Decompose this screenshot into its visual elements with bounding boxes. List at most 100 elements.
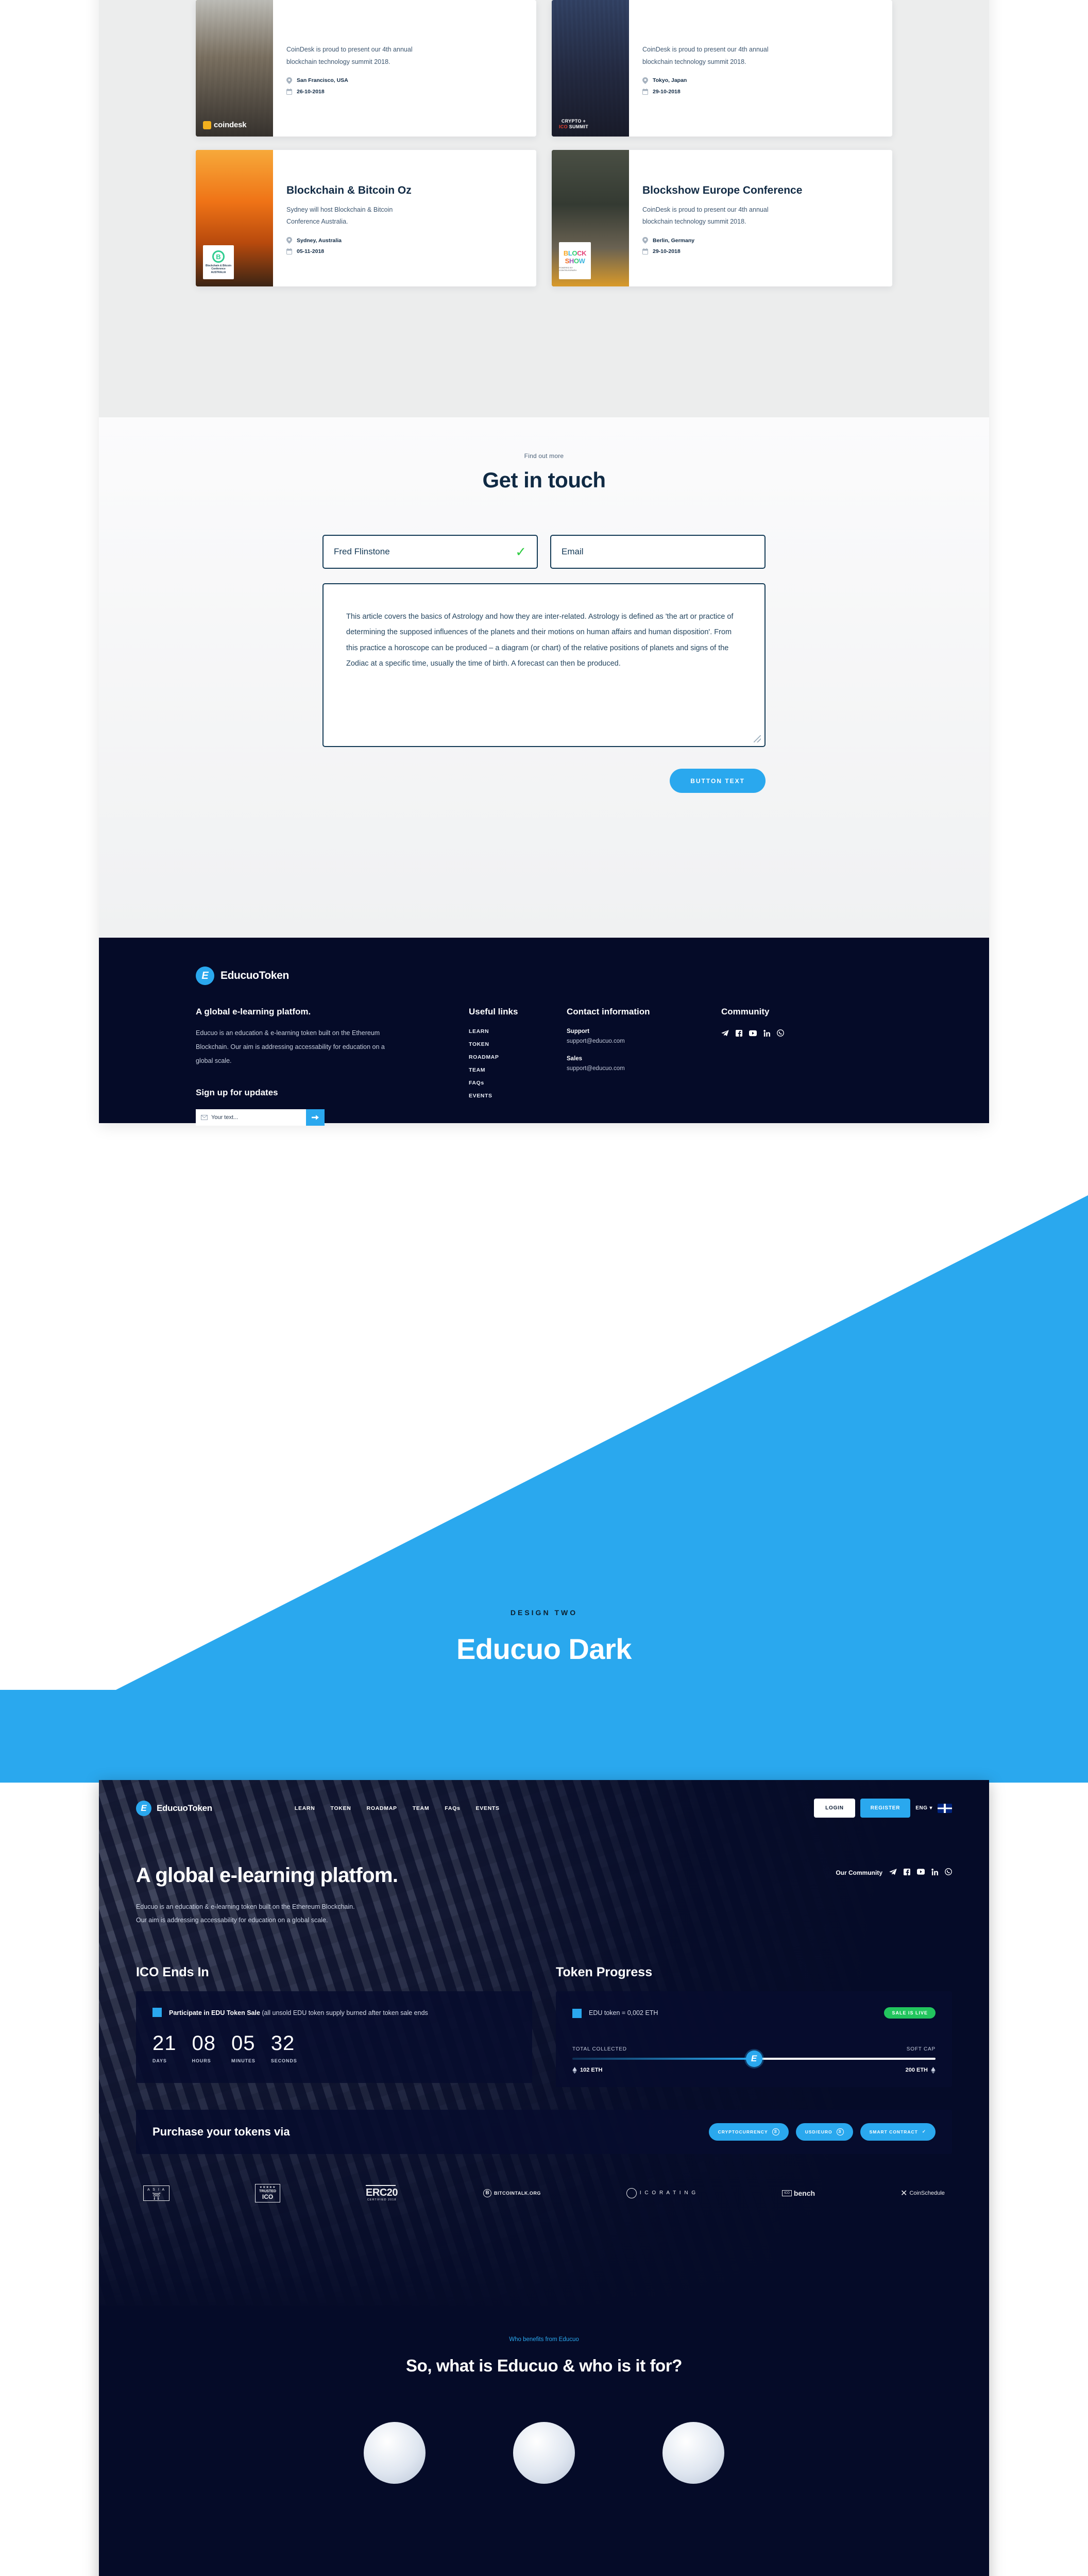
- calendar-icon: [642, 248, 648, 255]
- pay-option-usd-euro[interactable]: USD/EURO S: [795, 2123, 853, 2141]
- contact-eyebrow: Find out more: [524, 452, 564, 460]
- footer-link-events[interactable]: EVENTS: [469, 1093, 567, 1099]
- footer-link-token[interactable]: TOKEN: [469, 1041, 567, 1047]
- linkedin-icon[interactable]: [763, 1029, 770, 1039]
- hero-title: A global e-learning platfom.: [136, 1864, 398, 1887]
- benefit-icon: [513, 2422, 575, 2484]
- check-icon: ✓: [922, 2129, 926, 2134]
- countdown-days: 21 DAYS: [152, 2033, 177, 2063]
- event-description: CoinDesk is proud to present our 4th ann…: [286, 46, 413, 65]
- our-community-label: Our Community: [836, 1869, 882, 1876]
- telegram-icon[interactable]: [889, 1868, 897, 1877]
- newsletter-submit-button[interactable]: [306, 1109, 325, 1126]
- progress-knob-icon[interactable]: E: [745, 2050, 762, 2067]
- dollar-icon: S: [772, 2128, 779, 2136]
- mail-icon: [201, 1114, 208, 1120]
- partner-logo-icobench: ICO bench: [782, 2189, 815, 2197]
- event-card[interactable]: CRYPTO + ICO SUMMIT CoinDesk is proud to …: [552, 0, 892, 137]
- benefit-icon: [364, 2422, 426, 2484]
- facebook-icon[interactable]: [904, 1868, 910, 1877]
- event-date: 26-10-2018: [297, 88, 325, 95]
- event-body: Blockchain & Bitcoin Oz Sydney will host…: [273, 150, 536, 286]
- progress-bar[interactable]: E: [572, 2050, 936, 2067]
- countdown-days-label: DAYS: [152, 2058, 167, 2063]
- whatsapp-icon[interactable]: [777, 1029, 784, 1039]
- facebook-icon[interactable]: [736, 1029, 742, 1039]
- crypto-ico-summit-logo: CRYPTO + ICO SUMMIT: [559, 118, 589, 129]
- event-date-row: 05-11-2018: [286, 248, 523, 255]
- accent-square-icon: [152, 2008, 162, 2018]
- pay-option-cryptocurrency[interactable]: CRYPTOCURRENCY S: [708, 2123, 789, 2141]
- nav-link-team[interactable]: TEAM: [413, 1805, 430, 1811]
- whatsapp-icon[interactable]: [945, 1868, 952, 1877]
- countdown-seconds: 32 SECONDS: [271, 2033, 297, 2063]
- nav-link-token[interactable]: TOKEN: [331, 1805, 351, 1811]
- message-textarea[interactable]: This article covers the basics of Astrol…: [322, 583, 766, 747]
- arrow-right-icon: [312, 1114, 319, 1120]
- events-grid: coindesk CoinDesk is proud to present ou…: [196, 0, 892, 286]
- contact-form: Fred Flinstone ✓ Email This article cove…: [322, 535, 766, 793]
- countdown-timer: 21 DAYS 08 HOURS 05 MINUTES 32 SECONDS: [152, 2033, 516, 2063]
- event-description: CoinDesk is proud to present our 4th ann…: [642, 46, 769, 65]
- pay-option-smart-contract[interactable]: SMART CONTRACT ✓: [860, 2123, 936, 2141]
- soft-cap-label: SOFT CAP: [906, 2046, 936, 2052]
- footer-link-learn[interactable]: LEARN: [469, 1028, 567, 1035]
- youtube-icon[interactable]: [749, 1030, 757, 1039]
- footer-contact-label: Support: [567, 1028, 590, 1035]
- linkedin-icon[interactable]: [931, 1868, 938, 1877]
- event-card[interactable]: BLOCK SHOW POWERED BY COINTELEGRAPH Bloc…: [552, 150, 892, 286]
- language-selector[interactable]: ENG ▾: [915, 1805, 932, 1811]
- nav-link-events[interactable]: EVENTS: [476, 1805, 500, 1811]
- accent-square-icon: [572, 2009, 582, 2019]
- event-location-row: Berlin, Germany: [642, 237, 879, 244]
- event-card[interactable]: B Blockchain & Bitcoin Conference AUSTRAL…: [196, 150, 536, 286]
- event-description: CoinDesk is proud to present our 4th ann…: [642, 206, 769, 226]
- footer-contact-value[interactable]: support@educuo.com: [567, 1038, 721, 1044]
- name-field-value: Fred Flinstone: [334, 547, 390, 556]
- event-location-row: Sydney, Australia: [286, 237, 523, 244]
- nav-link-learn[interactable]: LEARN: [295, 1805, 315, 1811]
- email-field[interactable]: Email: [550, 535, 766, 569]
- event-title: Blockchain & Bitcoin Oz: [286, 184, 412, 196]
- educuo-logo-icon: E: [136, 1800, 151, 1816]
- nav-link-roadmap[interactable]: ROADMAP: [367, 1805, 397, 1811]
- who-benefits-heading: So, what is Educuo & who is it for?: [405, 2356, 682, 2375]
- footer-community-column: Community: [721, 1007, 892, 1126]
- event-card[interactable]: coindesk CoinDesk is proud to present ou…: [196, 0, 536, 137]
- footer-link-faqs[interactable]: FAQs: [469, 1080, 567, 1086]
- footer-contact-value[interactable]: support@educuo.com: [567, 1065, 721, 1072]
- total-collected-label: TOTAL COLLECTED: [572, 2046, 627, 2052]
- footer-logo[interactable]: E EducuoToken: [196, 967, 892, 985]
- event-location-row: San Francisco, USA: [286, 77, 523, 84]
- register-button[interactable]: REGISTER: [860, 1799, 911, 1818]
- event-body: CoinDesk is proud to present our 4th ann…: [629, 0, 892, 137]
- footer-link-roadmap[interactable]: ROADMAP: [469, 1054, 567, 1060]
- footer-link-team[interactable]: TEAM: [469, 1067, 567, 1073]
- name-field[interactable]: Fred Flinstone ✓: [322, 535, 538, 569]
- footer-contact-column: Contact information Support support@educ…: [567, 1007, 721, 1126]
- event-thumbnail: B Blockchain & Bitcoin Conference AUSTRAL…: [196, 150, 273, 286]
- navbar-links: LEARN TOKEN ROADMAP TEAM FAQs EVENTS: [295, 1805, 500, 1811]
- light-design-mockup: coindesk CoinDesk is proud to present ou…: [99, 0, 989, 1126]
- partner-logos: A S I A ⛩ ★★★★★ TRUSTED ICO ERC20 CERTIFIED …: [99, 2154, 989, 2203]
- who-benefits-eyebrow: Who benefits from Educuo: [509, 2336, 579, 2343]
- newsletter-input[interactable]: Your text...: [196, 1109, 306, 1126]
- ethereum-icon: [572, 2066, 577, 2074]
- token-progress-column: Token Progress EDU token = 0,002 ETH SAL…: [556, 1965, 952, 2087]
- nav-link-faqs[interactable]: FAQs: [445, 1805, 460, 1811]
- login-button[interactable]: LOGIN: [814, 1799, 855, 1818]
- youtube-icon[interactable]: [917, 1869, 925, 1876]
- design-two-title: Educuo Dark: [456, 1633, 632, 1665]
- telegram-icon[interactable]: [721, 1029, 729, 1039]
- submit-button[interactable]: BUTTON TEXT: [670, 769, 766, 793]
- coindesk-logo: coindesk: [203, 121, 247, 129]
- message-textarea-value: This article covers the basics of Astrol…: [346, 613, 734, 668]
- ico-note: Participate in EDU Token Sale (all unsol…: [152, 2007, 516, 2019]
- hero-subtitle-line-1: Educuo is an education & e-learning toke…: [136, 1903, 355, 1910]
- event-date: 29-10-2018: [653, 248, 681, 255]
- resize-handle-icon[interactable]: [754, 735, 761, 742]
- event-date-row: 29-10-2018: [642, 248, 879, 255]
- chevron-down-icon: ▾: [929, 1805, 932, 1811]
- navbar-logo[interactable]: E EducuoToken: [136, 1800, 212, 1816]
- status-badge: SALE IS LIVE: [884, 2007, 936, 2019]
